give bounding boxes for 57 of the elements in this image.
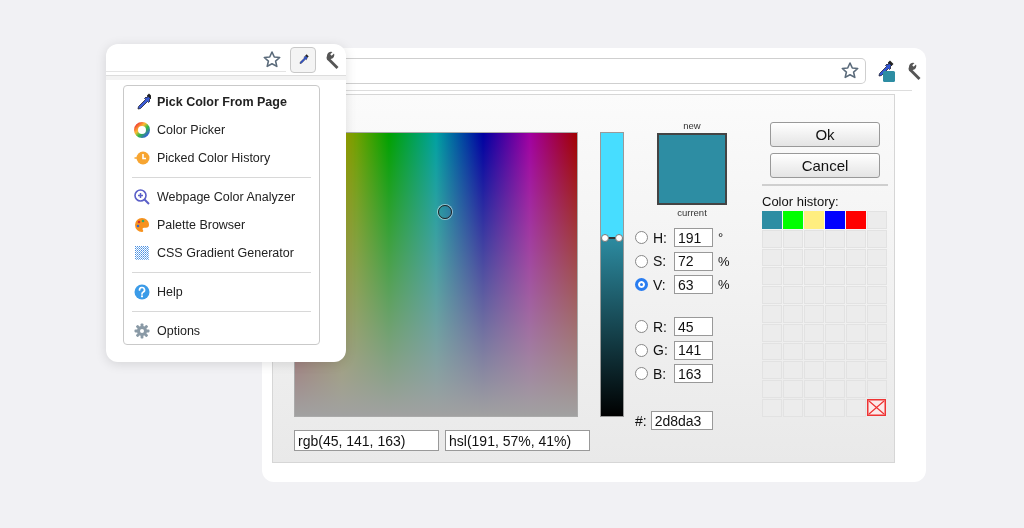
menu-item[interactable]: Options xyxy=(132,317,311,345)
clock-icon xyxy=(133,149,151,167)
menu-item[interactable]: Picked Color History xyxy=(132,144,311,172)
number-field[interactable]: 141 xyxy=(674,340,713,360)
history-swatch[interactable] xyxy=(762,211,782,229)
channel-label: V: xyxy=(653,276,667,293)
color-swatch xyxy=(657,133,727,205)
history-swatch[interactable] xyxy=(846,211,866,229)
radio-button[interactable] xyxy=(635,343,648,357)
palette-icon xyxy=(133,216,151,234)
channel-label: B: xyxy=(653,365,668,382)
menu-item[interactable]: Webpage Color Analyzer xyxy=(132,183,311,211)
history-swatch[interactable] xyxy=(804,211,824,229)
slider-thumb[interactable] xyxy=(601,233,623,242)
star-icon xyxy=(840,61,860,81)
hsl-field[interactable]: hsl(191, 57%, 41%) xyxy=(445,430,590,451)
number-field[interactable]: 163 xyxy=(674,364,713,383)
channel-label: G: xyxy=(653,342,669,358)
history-swatch[interactable] xyxy=(825,211,845,229)
dialog-button[interactable]: Ok xyxy=(770,122,880,147)
gear-icon xyxy=(133,322,151,340)
number-field[interactable]: 45 xyxy=(674,317,713,336)
menu-item[interactable]: Color Picker xyxy=(132,116,311,144)
channel-label: H: xyxy=(653,229,668,246)
radio-button[interactable] xyxy=(635,231,648,244)
radio-button[interactable] xyxy=(635,367,648,380)
number-field[interactable]: 63 xyxy=(674,275,713,294)
channel-label: S: xyxy=(653,253,668,269)
dialog-button[interactable]: Cancel xyxy=(770,153,880,178)
clear-icon[interactable] xyxy=(867,398,886,416)
number-field[interactable]: 191 xyxy=(674,228,713,247)
eyedropper-button[interactable] xyxy=(290,47,316,73)
current-label: current xyxy=(676,207,708,218)
help-icon xyxy=(133,283,151,301)
menu-item[interactable]: Pick Color From Page xyxy=(132,88,311,116)
menu-item[interactable]: Help xyxy=(132,278,311,306)
history-title: Color history: xyxy=(762,194,840,209)
history-swatch[interactable] xyxy=(783,211,803,229)
unit-label: % xyxy=(718,277,730,292)
new-label: new xyxy=(682,120,702,131)
radio-button[interactable] xyxy=(635,254,648,268)
color-wheel-icon xyxy=(133,121,151,139)
radio-button[interactable] xyxy=(635,320,648,333)
magnifier-icon xyxy=(133,188,151,206)
unit-label: % xyxy=(718,253,730,269)
unit-label: ° xyxy=(718,230,724,245)
menu-item[interactable]: Palette Browser xyxy=(132,211,311,239)
gradient-icon xyxy=(133,244,151,262)
star-icon xyxy=(262,49,282,70)
menu-item[interactable]: CSS Gradient Generator xyxy=(132,239,311,267)
radio-button[interactable] xyxy=(635,278,648,291)
channel-label: R: xyxy=(653,318,668,335)
value-slider[interactable] xyxy=(600,132,624,417)
number-field[interactable]: 72 xyxy=(674,251,713,271)
hex-field[interactable]: 2d8da3 xyxy=(650,411,713,430)
rgb-field[interactable]: rgb(45, 141, 163) xyxy=(294,430,439,451)
hex-label: #: xyxy=(635,412,647,429)
